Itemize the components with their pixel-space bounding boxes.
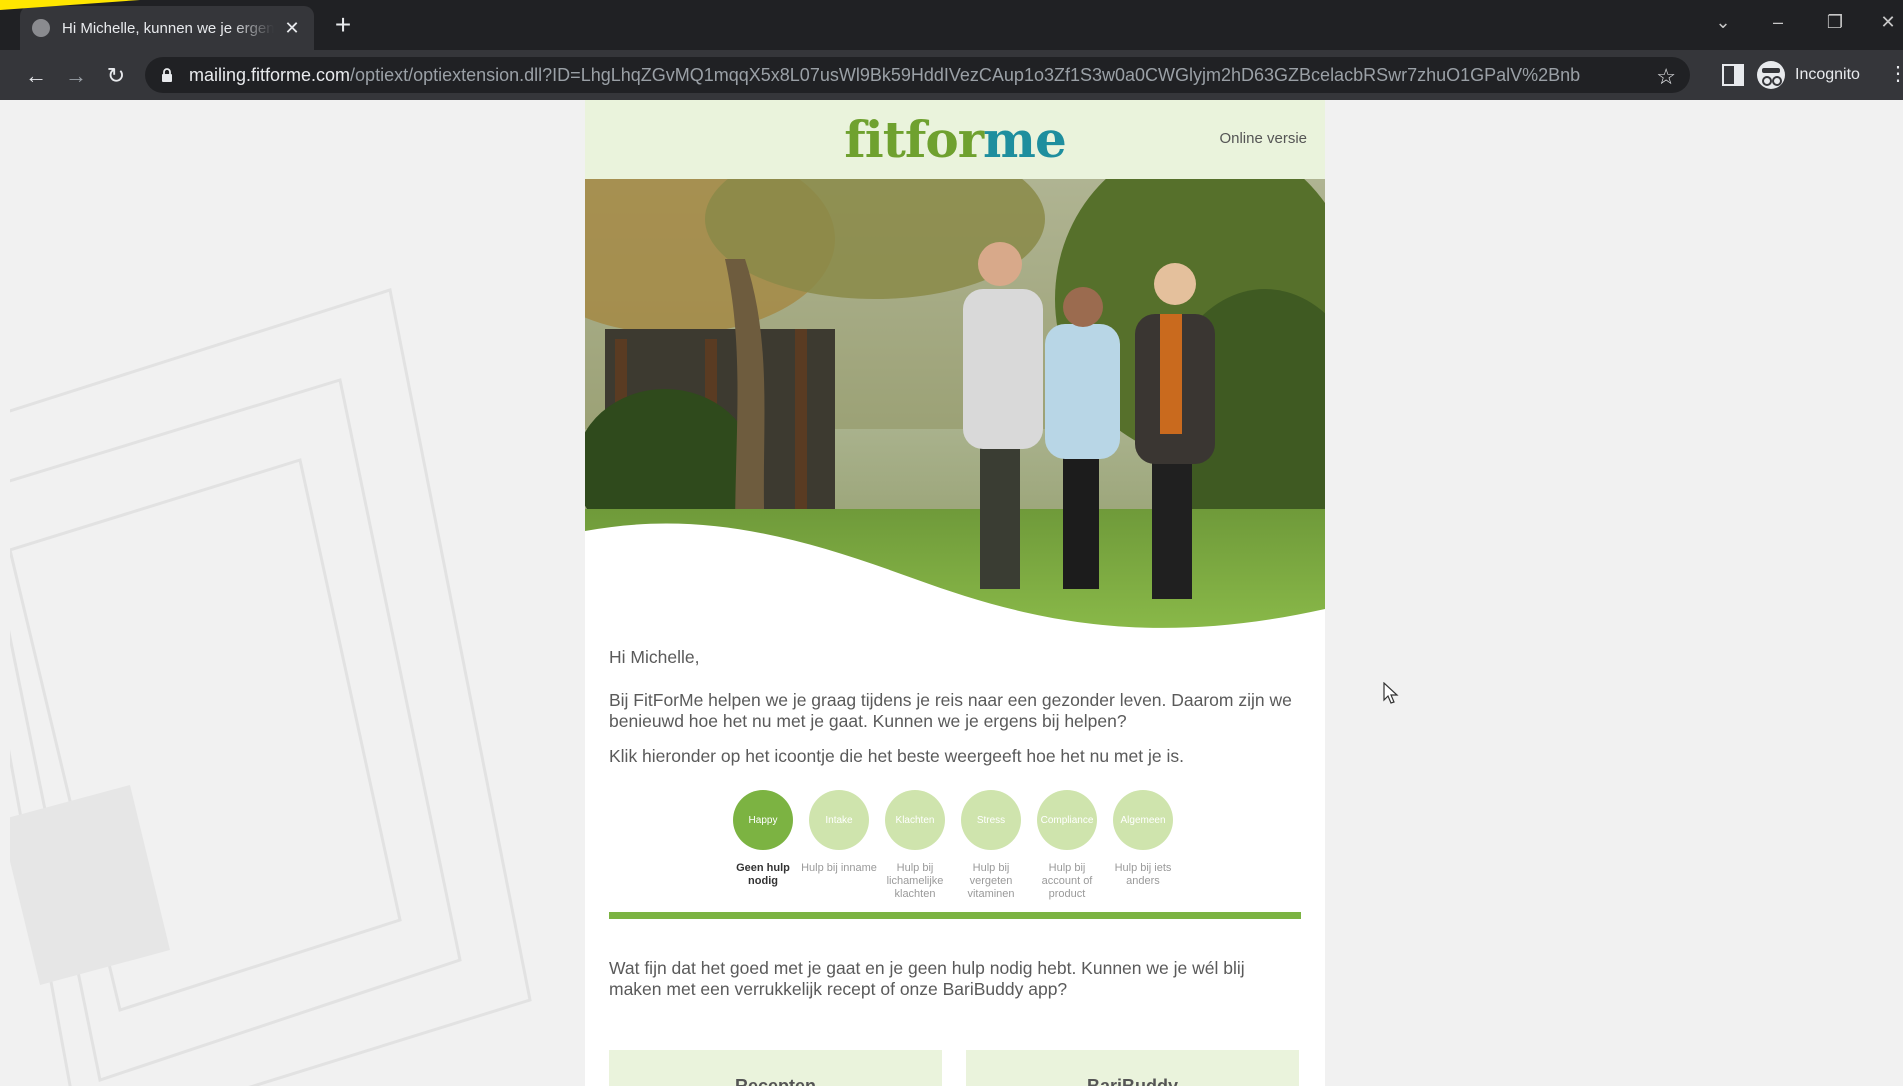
incognito-label: Incognito [1795,66,1860,83]
online-version-link[interactable]: Online versie [1219,130,1307,147]
back-icon[interactable]: ← [20,60,52,92]
feeling-option-algemeen[interactable]: Algemeen Hulp bij iets anders [1105,790,1181,888]
feeling-option-intake[interactable]: Intake Hulp bij inname [801,790,877,875]
new-tab-button[interactable]: + [330,11,356,39]
reload-icon[interactable]: ↻ [100,60,132,92]
browser-chrome: Hi Michelle, kunnen we je ergens bij hel… [0,0,1903,100]
restore-icon[interactable]: ❐ [1820,12,1850,33]
address-bar[interactable]: mailing.fitforme.com/optiext/optiextensi… [145,57,1690,93]
algemeen-icon[interactable]: Algemeen [1113,790,1173,850]
lock-icon [162,68,172,82]
tab-title: Hi Michelle, kunnen we je ergens bij hel… [62,19,274,37]
incognito-icon [1757,61,1785,89]
url-path: /optiext/optiextension.dll?ID=LhgLhqZGvM… [350,64,1581,85]
feeling-icons: Happy Geen hulp nodig Intake Hulp bij in… [725,790,1195,910]
close-icon[interactable]: ✕ [282,18,302,39]
green-divider [609,912,1301,919]
greeting: Hi Michelle, [609,647,700,667]
instruction-paragraph: Klik hieronder op het icoontje die het b… [609,746,1184,766]
minimize-icon[interactable]: – [1763,12,1793,33]
feeling-option-compliance[interactable]: Compliance Hulp bij account of product [1029,790,1105,901]
window-close-icon[interactable]: ✕ [1873,12,1903,33]
feeling-option-klachten[interactable]: Klachten Hulp bij lichamelijke klachten [877,790,953,901]
tab-strip: Hi Michelle, kunnen we je ergens bij hel… [0,0,1903,50]
stress-icon[interactable]: Stress [961,790,1021,850]
icon-caption: Hulp bij lichamelijke klachten [886,862,944,900]
hero-photo [585,179,1325,643]
incognito-indicator[interactable]: Incognito [1757,59,1860,91]
browser-toolbar: ← → ↻ mailing.fitforme.com/optiext/optie… [0,50,1903,100]
recepten-card[interactable]: Recepten [609,1050,942,1086]
page-viewport: fitforme Online versie Hi Michelle, Bij … [10,100,1903,1086]
response-paragraph: Wat fijn dat het goed met je gaat en je … [609,958,1245,999]
baribuddy-card[interactable]: BariBuddy [966,1050,1299,1086]
people [963,242,1215,599]
icon-caption: Hulp bij iets anders [1114,862,1172,887]
url-host: mailing.fitforme.com [189,64,351,85]
corner-accent [0,0,140,10]
email-body: fitforme Online versie Hi Michelle, Bij … [585,100,1325,1086]
browser-tab[interactable]: Hi Michelle, kunnen we je ergens bij hel… [20,6,314,50]
forward-icon[interactable]: → [60,60,92,92]
icon-caption: Hulp bij account of product [1041,862,1093,900]
mouse-cursor-icon [1383,682,1399,704]
intake-icon[interactable]: Intake [809,790,869,850]
feeling-option-happy[interactable]: Happy Geen hulp nodig [725,790,801,888]
globe-icon [32,19,50,37]
side-panel-icon[interactable] [1722,64,1744,86]
email-copy: Hi Michelle, Bij FitForMe helpen we je g… [585,647,1325,767]
icon-caption: Hulp bij vergeten vitaminen [967,862,1015,900]
compliance-icon[interactable]: Compliance [1037,790,1097,850]
fitforme-logo[interactable]: fitforme [585,110,1325,169]
happy-icon[interactable]: Happy [733,790,793,850]
icon-caption: Geen hulp nodig [736,862,790,887]
icon-caption: Hulp bij inname [801,862,877,874]
tab-search-icon[interactable]: ⌄ [1708,12,1738,33]
bookmark-star-icon[interactable]: ☆ [1656,64,1676,90]
klachten-icon[interactable]: Klachten [885,790,945,850]
email-header: fitforme Online versie [585,100,1325,179]
intro-paragraph: Bij FitForMe helpen we je graag tijdens … [609,690,1292,731]
feeling-option-stress[interactable]: Stress Hulp bij vergeten vitaminen [953,790,1029,901]
kebab-menu-icon[interactable]: ⋮ [1888,64,1903,84]
